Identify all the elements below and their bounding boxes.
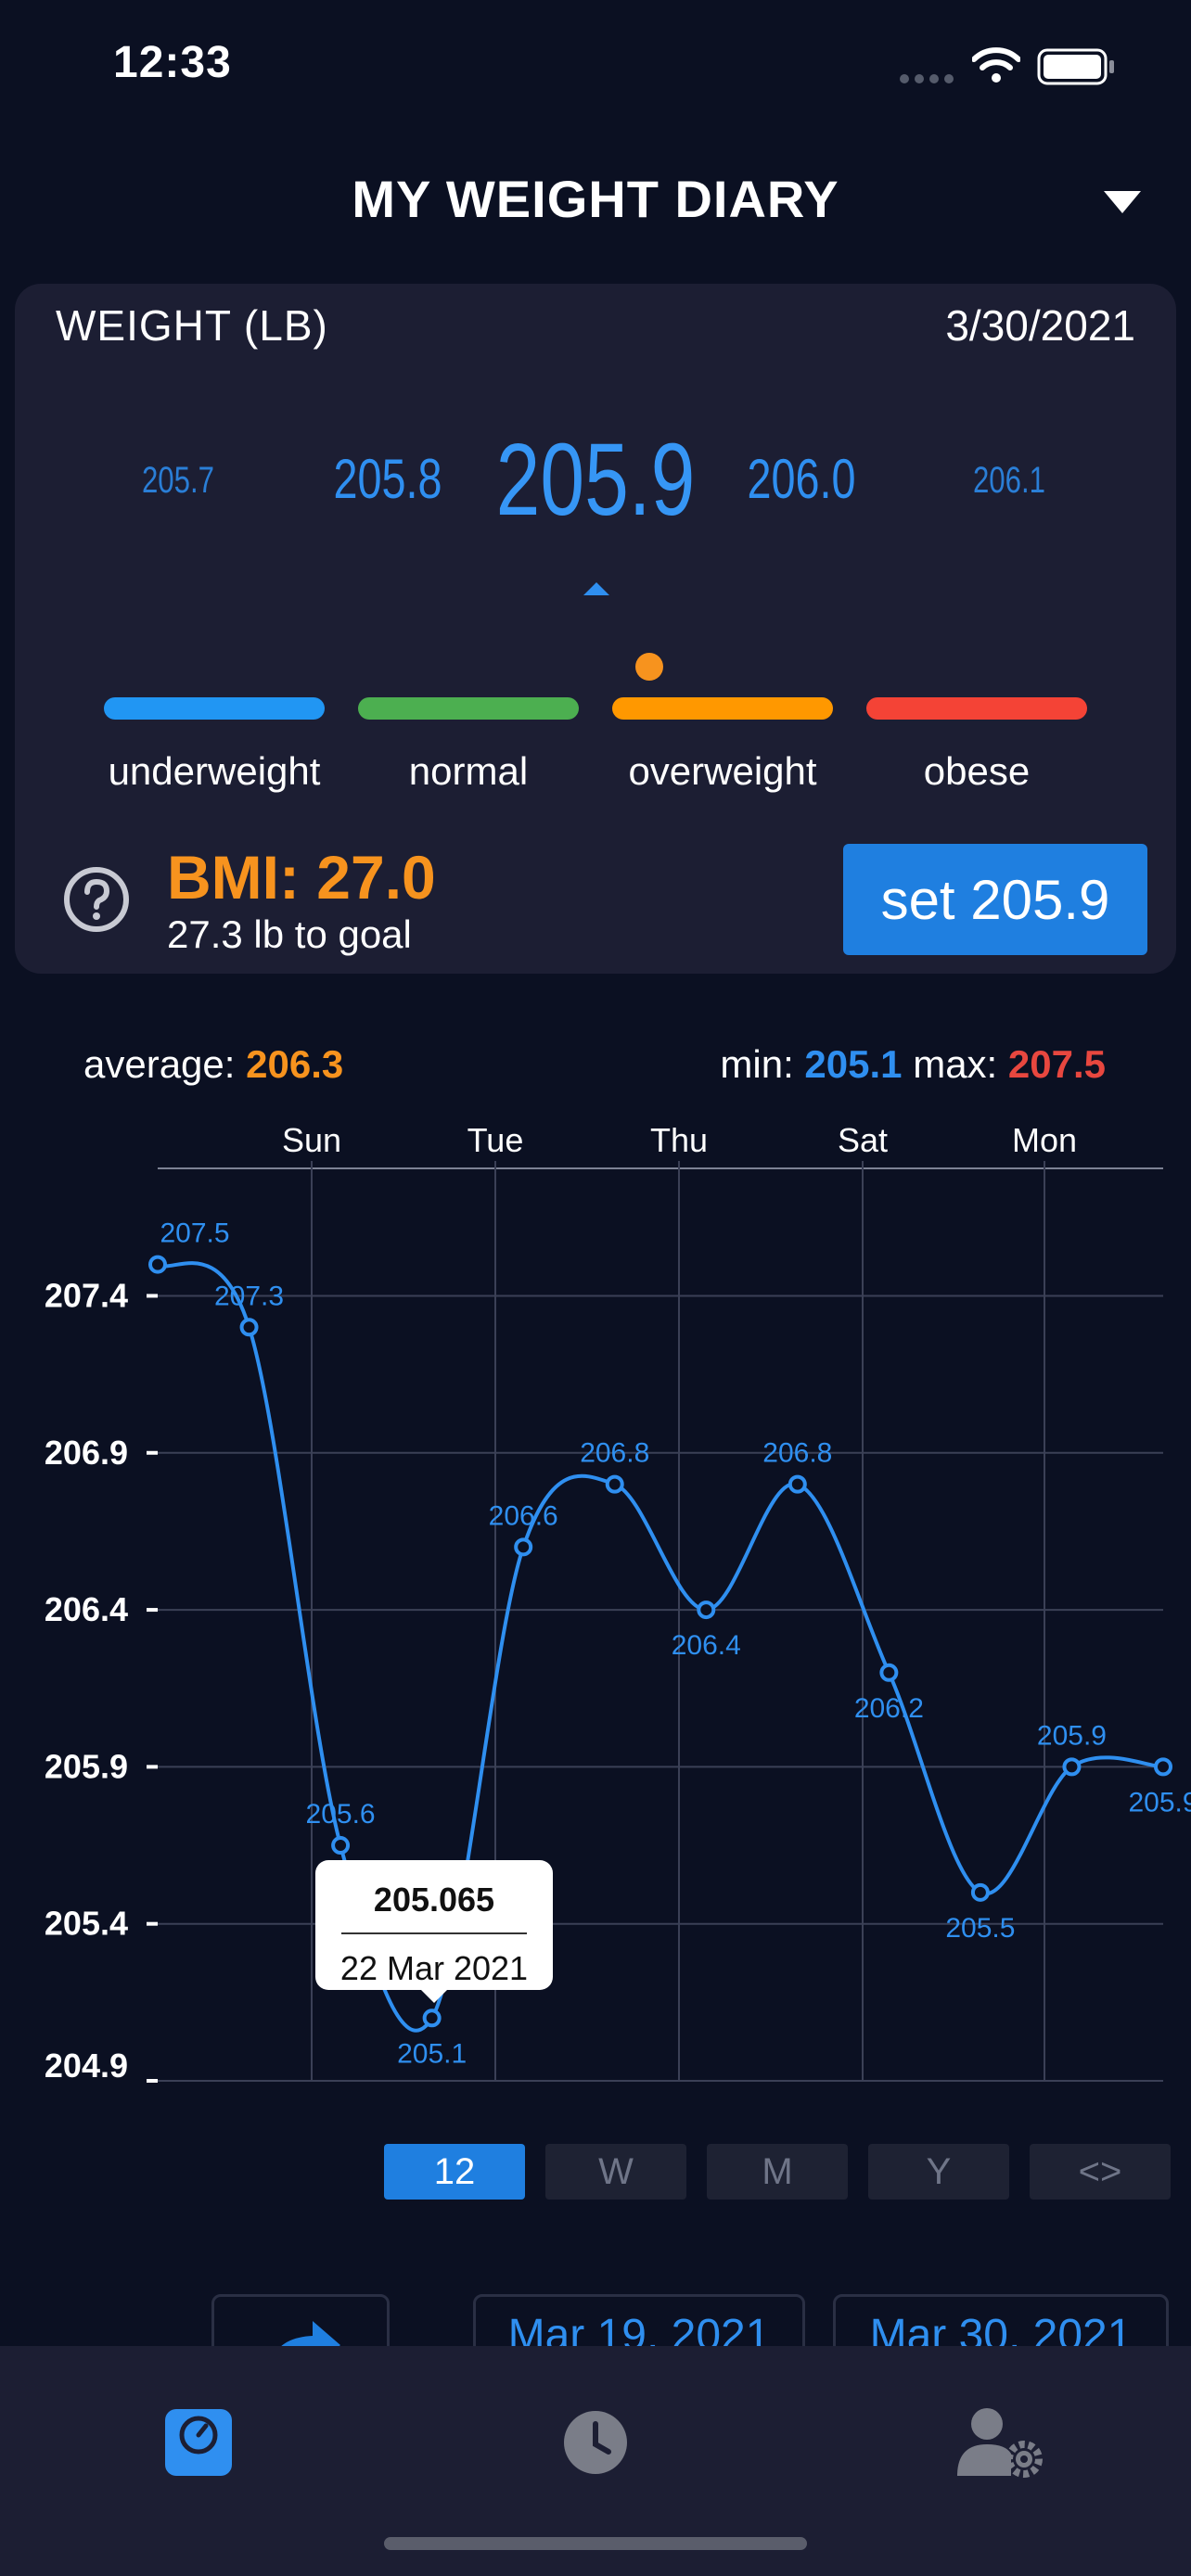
chart-point [514,1537,533,1557]
bmi-value: BMI: 27.0 [167,843,436,912]
clock-icon [564,2411,627,2474]
chart-point [1062,1757,1082,1777]
picker-pointer-icon [583,582,609,595]
goal-text: 27.3 lb to goal [167,912,412,956]
chart-data-label: 205.5 [945,1913,1015,1944]
chevron-down-icon[interactable] [1102,189,1143,215]
chart-x-tick-label: Sun [282,1121,341,1159]
chart-data-label: 206.4 [672,1630,741,1661]
period-week-button[interactable]: W [545,2144,686,2200]
tab-profile-settings[interactable] [944,2387,1056,2498]
wifi-icon [972,47,1020,83]
chart-data-label: 205.1 [397,2038,467,2069]
chart-point [697,1600,716,1620]
min-label: min: [720,1042,794,1086]
weight-picker-selected[interactable]: 205.9 [496,421,696,539]
chart-data-label: 206.8 [762,1438,832,1469]
user-settings-icon [957,2408,1043,2478]
bmi-bar-normal [358,697,579,720]
period-month-button[interactable]: M [707,2144,848,2200]
chart-point [1154,1757,1172,1777]
chart-y-tick-label: 205.4 [45,1905,128,1943]
chart-y-tick-label: 206.9 [45,1434,128,1472]
chart-data-label: 205.6 [306,1799,376,1830]
set-weight-button[interactable]: set 205.9 [843,844,1147,955]
chart-point [331,1836,351,1855]
page-title: MY WEIGHT DIARY [352,170,839,228]
bmi-label-underweight: underweight [108,749,321,793]
weight-picker-value[interactable]: 206.1 [973,460,1045,502]
chart-point [970,1882,990,1902]
tooltip-value: 205.065 [373,1881,495,1919]
chart-data-label: 205.9 [1128,1787,1191,1817]
chart-y-tick-label: 204.9 [45,2047,128,2085]
chart-data-label: 206.2 [854,1693,924,1724]
status-time: 12:33 [113,38,232,87]
chart-point [422,2009,442,2028]
chart-data-label: 206.8 [580,1438,649,1469]
tab-history[interactable] [540,2387,651,2498]
tooltip-date: 22 Mar 2021 [339,1949,529,1987]
chart-x-tick-label: Sat [838,1121,888,1159]
bmi-label-obese: obese [923,749,1031,793]
period-year-button[interactable]: Y [868,2144,1009,2200]
chart-point [879,1663,899,1682]
bmi-bar-underweight [104,697,325,720]
home-indicator [384,2537,807,2550]
bmi-bar-overweight [612,697,833,720]
cellular-signal-icon [900,74,954,83]
entry-date[interactable]: 3/30/2021 [945,300,1135,351]
chart-point [239,1318,259,1337]
chart-point [788,1474,807,1494]
max-label: max: [913,1042,998,1086]
chart-data-label: 207.5 [160,1218,229,1249]
chart-x-tick-label: Tue [467,1121,524,1159]
weight-unit-label: WEIGHT (LB) [56,301,328,350]
bmi-label-normal: normal [408,749,529,793]
weight-picker-value[interactable]: 206.0 [747,447,855,511]
weight-picker-value[interactable]: 205.8 [333,447,442,511]
tooltip-divider [341,1932,527,1934]
average-stat: average: 206.3 [83,1042,343,1087]
chart-data-label: 206.6 [489,1500,558,1531]
tooltip-arrow [419,1988,449,2003]
chart-point [605,1474,624,1494]
scale-icon [165,2409,232,2476]
chart-data-label: 207.3 [214,1281,284,1311]
chart-x-tick-label: Thu [650,1121,708,1159]
battery-icon [1037,48,1114,85]
chart-data-label: 205.9 [1037,1720,1107,1751]
average-value: 206.3 [246,1042,344,1086]
period-12-button[interactable]: 12 [384,2144,525,2200]
bmi-indicator-dot [635,653,663,681]
help-icon[interactable] [63,866,130,933]
chart-y-tick-label: 205.9 [45,1747,128,1785]
chart-x-tick-label: Mon [1012,1121,1077,1159]
min-value: 205.1 [804,1042,903,1086]
tab-weight[interactable] [143,2387,254,2498]
bmi-bar-obese [866,697,1087,720]
chart-y-tick-label: 206.4 [45,1590,128,1628]
chart-tooltip: 205.065 22 Mar 2021 [315,1860,553,2003]
chart-y-tick-label: 207.4 [45,1276,128,1314]
bmi-label-overweight: overweight [628,749,817,793]
app-screen: 12:33 MY WEIGHT DIARY WEIGHT (LB) 3/30/2… [0,0,1191,2576]
average-label: average: [83,1042,236,1086]
chart-point [148,1255,167,1274]
weight-chart[interactable]: Sun Tue Thu Sat Mon 207.4 206.9 206.4 205.9 205.4… [0,1109,1191,2101]
weight-card: WEIGHT (LB) 3/30/2021 205.7 205.8 205.9 … [15,284,1176,974]
min-max-stat: min: 205.1 max: 207.5 [720,1042,1106,1087]
max-value: 207.5 [1007,1042,1106,1086]
weight-picker-value[interactable]: 205.7 [142,460,214,502]
period-custom-button[interactable]: <> [1030,2144,1171,2200]
